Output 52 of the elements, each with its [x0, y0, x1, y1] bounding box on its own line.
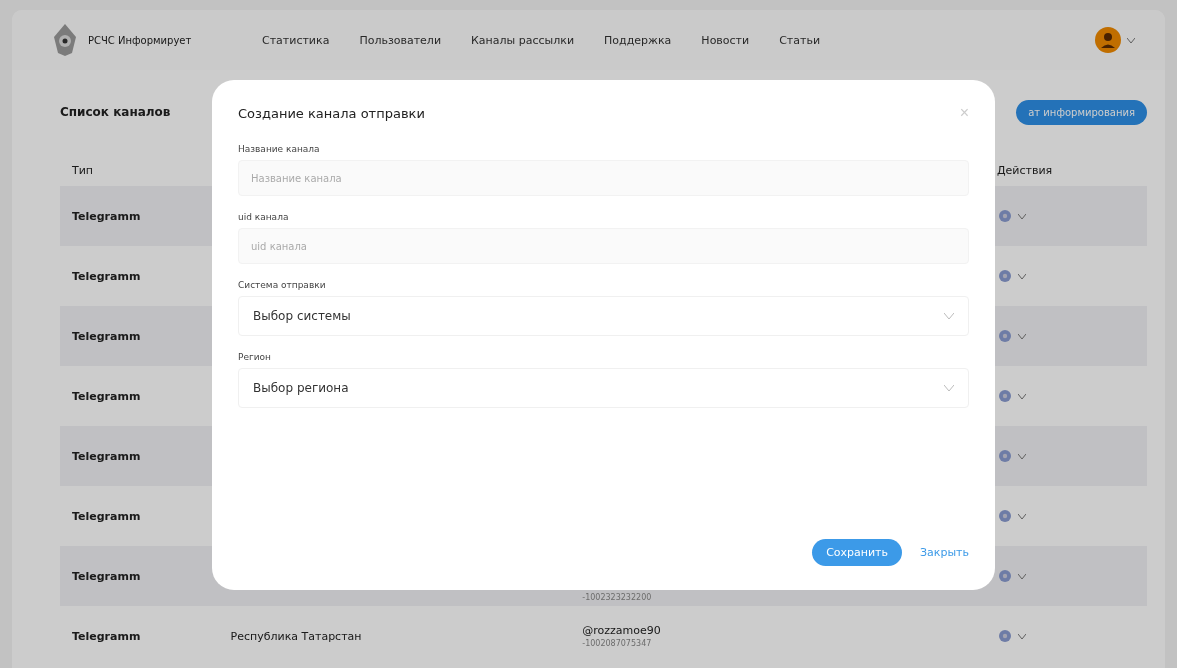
modal-title: Создание канала отправки — [238, 105, 425, 121]
channel-id: -1002323232200 — [582, 592, 653, 602]
select-field[interactable]: Выбор региона — [238, 368, 969, 408]
chevron-down-icon — [944, 385, 954, 391]
input-field[interactable]: Название канала — [238, 160, 969, 196]
caret-icon[interactable] — [1018, 213, 1027, 219]
gear-icon[interactable] — [998, 629, 1013, 643]
nav-link[interactable]: Пользователи — [359, 33, 442, 47]
table-cell-text: Telegramm — [71, 209, 142, 223]
table-cell-text: Telegramm — [71, 509, 142, 523]
channel-id: -1002087075347 — [582, 639, 653, 648]
input-field[interactable]: uid канала — [238, 228, 969, 264]
page-title: Список каналов — [60, 105, 171, 119]
caret-icon[interactable] — [1018, 513, 1027, 519]
nav-link[interactable]: Поддержка — [604, 33, 672, 47]
nav-link[interactable]: Статьи — [779, 33, 821, 47]
chevron-down-icon — [944, 313, 954, 319]
field-label: Система отправки — [238, 280, 327, 290]
caret-icon[interactable] — [1018, 273, 1027, 279]
gear-icon[interactable] — [998, 209, 1013, 223]
column-header: Действия — [997, 163, 1054, 177]
gear-icon[interactable] — [998, 569, 1013, 583]
select-field[interactable]: Выбор системы — [238, 296, 969, 336]
caret-icon[interactable] — [1127, 37, 1135, 43]
gear-icon[interactable] — [998, 329, 1013, 343]
emblem-icon — [52, 23, 78, 57]
gear-icon[interactable] — [998, 269, 1013, 283]
caret-icon[interactable] — [1018, 633, 1027, 639]
table-cell-text: Telegramm — [71, 629, 142, 643]
table-cell-text: Telegramm — [71, 449, 142, 463]
nav-link[interactable]: Каналы рассылки — [471, 33, 575, 47]
caret-icon[interactable] — [1018, 573, 1027, 579]
channel-name: @rozzamoe90 — [582, 624, 662, 637]
field-label: Регион — [238, 352, 272, 362]
field-label: uid канала — [238, 212, 290, 222]
avatar-icon[interactable] — [1095, 27, 1121, 53]
table-cell-text: Telegramm — [71, 569, 142, 583]
nav-link[interactable]: Новости — [701, 33, 750, 47]
column-header: Тип — [71, 163, 95, 177]
field-label: Название канала — [238, 144, 321, 154]
caret-icon[interactable] — [1018, 393, 1027, 399]
logo-text: РСЧС Информирует — [88, 34, 192, 46]
gear-icon[interactable] — [998, 509, 1013, 523]
table-cell-text: Республика Татарстан — [230, 629, 363, 643]
caret-icon[interactable] — [1018, 453, 1027, 459]
table-cell-text: Telegramm — [71, 329, 142, 343]
table-cell-text: Telegramm — [71, 269, 142, 283]
gear-icon[interactable] — [998, 449, 1013, 463]
caret-icon[interactable] — [1018, 333, 1027, 339]
gear-icon[interactable] — [998, 389, 1013, 403]
table-cell-text: Telegramm — [71, 389, 142, 403]
nav-link[interactable]: Статистика — [262, 33, 330, 47]
